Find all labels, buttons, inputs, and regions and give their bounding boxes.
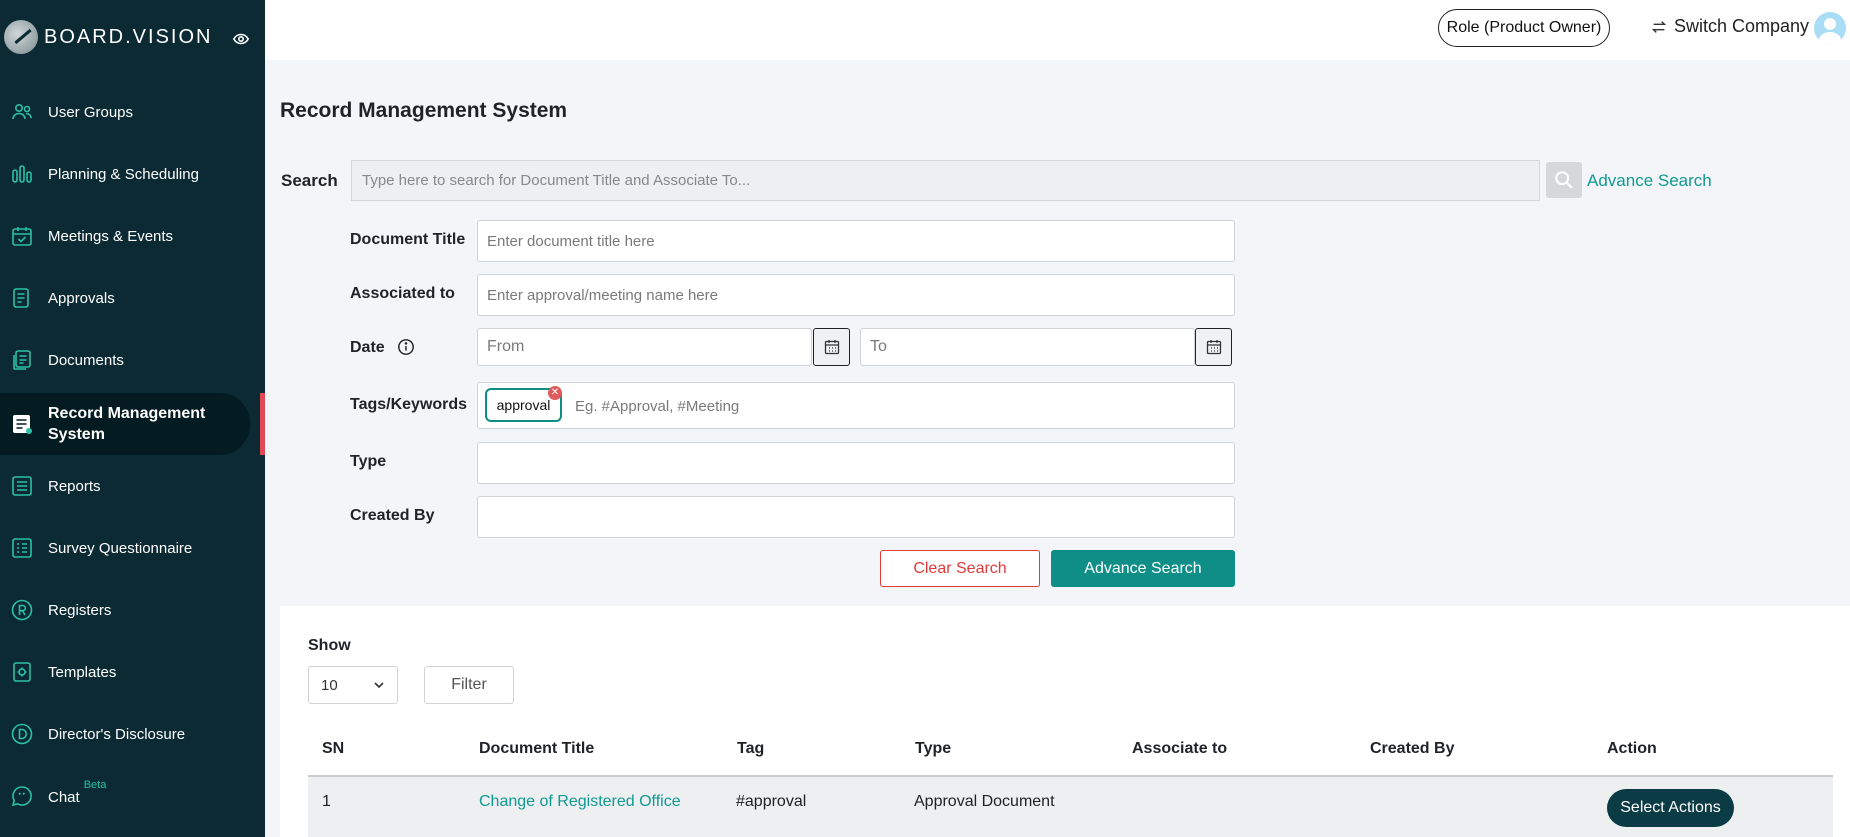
search-label: Search [281, 171, 338, 190]
page-size-value: 10 [321, 676, 338, 694]
sidebar-item-record-management[interactable]: Record Management System [0, 393, 250, 455]
template-icon [13, 662, 31, 682]
document-icon [13, 288, 29, 308]
tag-remove-icon[interactable]: ✕ [548, 386, 562, 400]
survey-icon [12, 538, 32, 558]
column-header-associate-to[interactable]: Associate to [1132, 740, 1227, 758]
show-label: Show [308, 637, 351, 654]
sidebar-item-label: Meetings & Events [48, 227, 174, 245]
sidebar-item-label: ChatBeta [48, 778, 107, 806]
column-header-created-by[interactable]: Created By [1370, 740, 1454, 758]
column-header-document-title[interactable]: Document Title [479, 740, 594, 758]
column-header-type[interactable]: Type [915, 740, 951, 758]
registered-icon [11, 599, 33, 621]
search-input[interactable] [351, 160, 1540, 201]
bars-icon [12, 165, 32, 183]
sidebar-item-label: Reports [48, 477, 101, 495]
created-by-label: Created By [350, 507, 435, 524]
document-title-label: Document Title [350, 231, 466, 248]
sidebar: BOARD.VISION User Groups Planning & Sche… [0, 0, 265, 837]
sidebar-item-label: User Groups [48, 103, 134, 121]
sidebar-item-directors-disclosure[interactable]: Director's Disclosure [0, 704, 250, 764]
type-label: Type [350, 453, 387, 470]
switch-icon [1651, 20, 1667, 33]
eye-icon[interactable] [232, 30, 250, 48]
switch-company-label: Switch Company [1674, 16, 1810, 36]
chevron-down-icon [374, 682, 384, 689]
info-icon[interactable] [397, 338, 415, 356]
logo-mark-icon [4, 20, 38, 54]
cell-document-title-link[interactable]: Change of Registered Office [479, 793, 681, 811]
tag-chip-label: approval [496, 397, 551, 413]
active-nav-marker [260, 393, 265, 455]
chat-icon [11, 786, 32, 807]
sidebar-item-registers[interactable]: Registers [0, 580, 250, 640]
associated-to-label: Associated to [350, 285, 455, 302]
logo[interactable]: BOARD.VISION [4, 20, 212, 54]
sidebar-item-label: Record Management System [48, 405, 206, 443]
document-title-field[interactable] [477, 220, 1235, 262]
sidebar-item-survey[interactable]: Survey Questionnaire [0, 518, 250, 578]
column-header-tag[interactable]: Tag [737, 740, 764, 758]
role-button[interactable]: Role (Product Owner) [1438, 9, 1610, 47]
column-header-action: Action [1607, 740, 1657, 757]
page-size-select[interactable]: 10 [308, 666, 398, 704]
sidebar-item-label: Director's Disclosure [48, 725, 186, 743]
sidebar-item-label: Templates [48, 663, 117, 681]
tags-input[interactable] [575, 393, 975, 419]
records-icon [13, 415, 32, 434]
page-title: Record Management System [280, 99, 568, 122]
advance-search-link[interactable]: Advance Search [1587, 171, 1712, 191]
sidebar-item-templates[interactable]: Templates [0, 642, 250, 702]
users-icon [12, 104, 32, 120]
sidebar-item-label: Documents [48, 351, 124, 369]
date-from-field[interactable] [477, 328, 812, 366]
sidebar-item-chat[interactable]: ChatBeta [0, 766, 250, 826]
sidebar-item-user-groups[interactable]: User Groups [0, 82, 250, 142]
clear-search-button[interactable]: Clear Search [880, 550, 1040, 587]
calendar-check-icon [12, 227, 32, 246]
sidebar-item-meetings[interactable]: Meetings & Events [0, 206, 250, 266]
beta-badge: Beta [83, 778, 107, 791]
sidebar-item-label: Registers [48, 601, 112, 619]
search-button[interactable] [1546, 162, 1582, 198]
filter-button[interactable]: Filter [424, 666, 514, 704]
type-field[interactable] [477, 442, 1235, 484]
sidebar-item-label: Approvals [48, 289, 115, 307]
date-to-calendar-button[interactable] [1195, 328, 1232, 366]
avatar[interactable] [1814, 12, 1846, 44]
sidebar-item-label: Survey Questionnaire [48, 539, 193, 557]
date-from-calendar-button[interactable] [813, 328, 850, 366]
date-label: Date [350, 339, 385, 356]
list-icon [12, 476, 32, 496]
tags-field[interactable]: approval ✕ [477, 382, 1235, 429]
select-actions-button[interactable]: Select Actions [1607, 789, 1734, 827]
sidebar-item-approvals[interactable]: Approvals [0, 268, 250, 328]
switch-company-button[interactable]: Switch Company [1650, 16, 1809, 37]
tags-label: Tags/Keywords [350, 396, 468, 413]
calendar-icon [824, 340, 839, 355]
topbar: Role (Product Owner) Switch Company [265, 0, 1850, 60]
calendar-icon [1206, 340, 1221, 355]
created-by-field[interactable] [477, 496, 1235, 538]
sidebar-item-reports[interactable]: Reports [0, 456, 250, 516]
sidebar-item-planning[interactable]: Planning & Scheduling [0, 144, 250, 204]
date-to-field[interactable] [860, 328, 1195, 366]
search-icon [1555, 171, 1573, 189]
logo-text: BOARD.VISION [44, 25, 213, 48]
documents-icon [13, 350, 31, 370]
sidebar-item-label: Planning & Scheduling [48, 165, 199, 183]
cell-sn: 1 [322, 793, 331, 810]
sidebar-item-documents[interactable]: Documents [0, 330, 250, 390]
associated-to-field[interactable] [477, 274, 1235, 316]
advance-search-button[interactable]: Advance Search [1051, 550, 1235, 587]
cell-type: Approval Document [914, 793, 1055, 810]
column-header-sn[interactable]: SN [322, 740, 344, 758]
cell-tag: #approval [736, 793, 807, 810]
disclosure-icon [11, 723, 33, 745]
